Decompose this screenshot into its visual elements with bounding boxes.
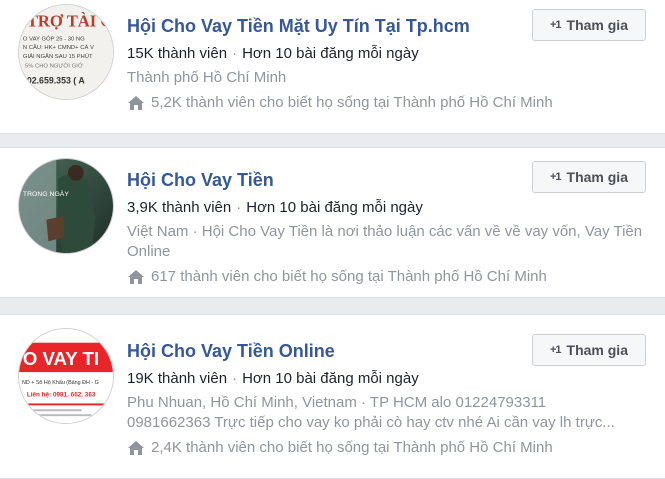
post-activity: Hơn 10 bài đăng mỗi ngày <box>246 199 423 216</box>
group-description: Thành phố Hồ Chí Minh <box>127 69 287 86</box>
avatar-text-line: ND + Sổ Hộ Khẩu (Bảng ĐH - G <box>22 379 99 386</box>
avatar-poster-image: TRỢ TÀI CH O VAY GÓP 25 - 30 NG N CẦU: H… <box>19 5 113 99</box>
avatar-banner-image: O VAY TI ND + Sổ Hộ Khẩu (Bảng ĐH - G Li… <box>19 329 113 423</box>
avatar-text-line: Liên hệ: 0981. 662. 363 <box>27 392 96 399</box>
avatar-heading-text: TRỢ TÀI CH <box>27 12 113 31</box>
home-icon <box>128 96 144 110</box>
post-activity: Hơn 10 bài đăng mỗi ngày <box>242 45 419 62</box>
join-button-label: Tham gia <box>566 17 628 33</box>
avatar-text-line: 02.659.353 ( A <box>27 75 86 85</box>
separator-dot: · <box>232 45 238 62</box>
group-meta: 19K thành viên · Hơn 10 bài đăng mỗi ngày <box>127 369 645 389</box>
join-button[interactable]: +1 Tham gia <box>532 9 646 41</box>
join-button[interactable]: +1 Tham gia <box>532 161 646 193</box>
group-meta: 15K thành viên · Hơn 10 bài đăng mỗi ngày <box>127 44 645 64</box>
member-count: 3,9K thành viên <box>127 199 232 216</box>
group-avatar-poster-icon[interactable]: TRỢ TÀI CH O VAY GÓP 25 - 30 NG N CẦU: H… <box>18 4 114 100</box>
avatar-text-line: TRONG NGÀY <box>23 189 69 198</box>
group-avatar-banner-icon[interactable]: O VAY TI ND + Sổ Hộ Khẩu (Bảng ĐH - G Li… <box>18 328 114 424</box>
group-card: TRỢ TÀI CH O VAY GÓP 25 - 30 NG N CẦU: H… <box>0 0 665 134</box>
avatar-text-line: GIẢI NGÂN SAU 15 PHÚT <box>23 53 93 60</box>
avatar-photo-image: TRONG NGÀY <box>19 159 113 253</box>
home-icon <box>128 441 144 455</box>
join-button[interactable]: +1 Tham gia <box>532 334 646 366</box>
avatar-text-line: N CẦU: HK+ CMND+ CÀ V <box>23 44 94 51</box>
separator-dot: · <box>236 199 242 216</box>
members-lived-text: 5,2K thành viên cho biết họ sống tại Thà… <box>151 94 553 111</box>
avatar-heading-text: O VAY TI <box>23 348 99 369</box>
member-count: 19K thành viên <box>127 370 228 387</box>
post-activity: Hơn 10 bài đăng mỗi ngày <box>242 370 419 387</box>
group-card: O VAY TI ND + Sổ Hộ Khẩu (Bảng ĐH - G Li… <box>0 314 665 479</box>
add-member-icon: +1 <box>549 344 562 356</box>
group-card: TRONG NGÀY Hội Cho Vay Tiền 3,9K thành v… <box>0 147 665 298</box>
group-description: Việt Nam · Hội Cho Vay Tiền là nơi thảo … <box>127 223 643 260</box>
add-member-icon: +1 <box>549 171 562 183</box>
group-description: Phu Nhuan, Hồ Chí Minh, Vietnam · TP HCM… <box>127 393 647 433</box>
description-line: Phu Nhuan, Hồ Chí Minh, Vietnam · TP HCM… <box>127 394 547 411</box>
members-lived-text: 617 thành viên cho biết họ sống tại Thàn… <box>151 268 547 285</box>
join-button-label: Tham gia <box>566 342 628 358</box>
group-avatar-photo-icon[interactable]: TRONG NGÀY <box>18 158 114 254</box>
groups-list: TRỢ TÀI CH O VAY GÓP 25 - 30 NG N CẦU: H… <box>0 0 665 479</box>
members-lived-row: 5,2K thành viên cho biết họ sống tại Thà… <box>127 93 645 113</box>
members-lived-row: 617 thành viên cho biết họ sống tại Thàn… <box>127 267 645 287</box>
member-count: 15K thành viên <box>127 45 228 62</box>
avatar-text-line: O VAY GÓP 25 - 30 NG <box>23 35 85 42</box>
description-line: 0981662363 Trực tiếp cho vay ko phải cò … <box>127 414 615 431</box>
separator-dot: · <box>232 370 238 387</box>
avatar-text-line: 5% CHO NGƯỜI GIỚ <box>25 63 83 70</box>
join-button-label: Tham gia <box>566 169 628 185</box>
home-icon <box>128 270 144 284</box>
members-lived-row: 2,4K thành viên cho biết họ sống tại Thà… <box>127 438 645 458</box>
add-member-icon: +1 <box>549 19 562 31</box>
group-meta: 3,9K thành viên · Hơn 10 bài đăng mỗi ngày <box>127 198 645 218</box>
members-lived-text: 2,4K thành viên cho biết họ sống tại Thà… <box>151 439 553 456</box>
